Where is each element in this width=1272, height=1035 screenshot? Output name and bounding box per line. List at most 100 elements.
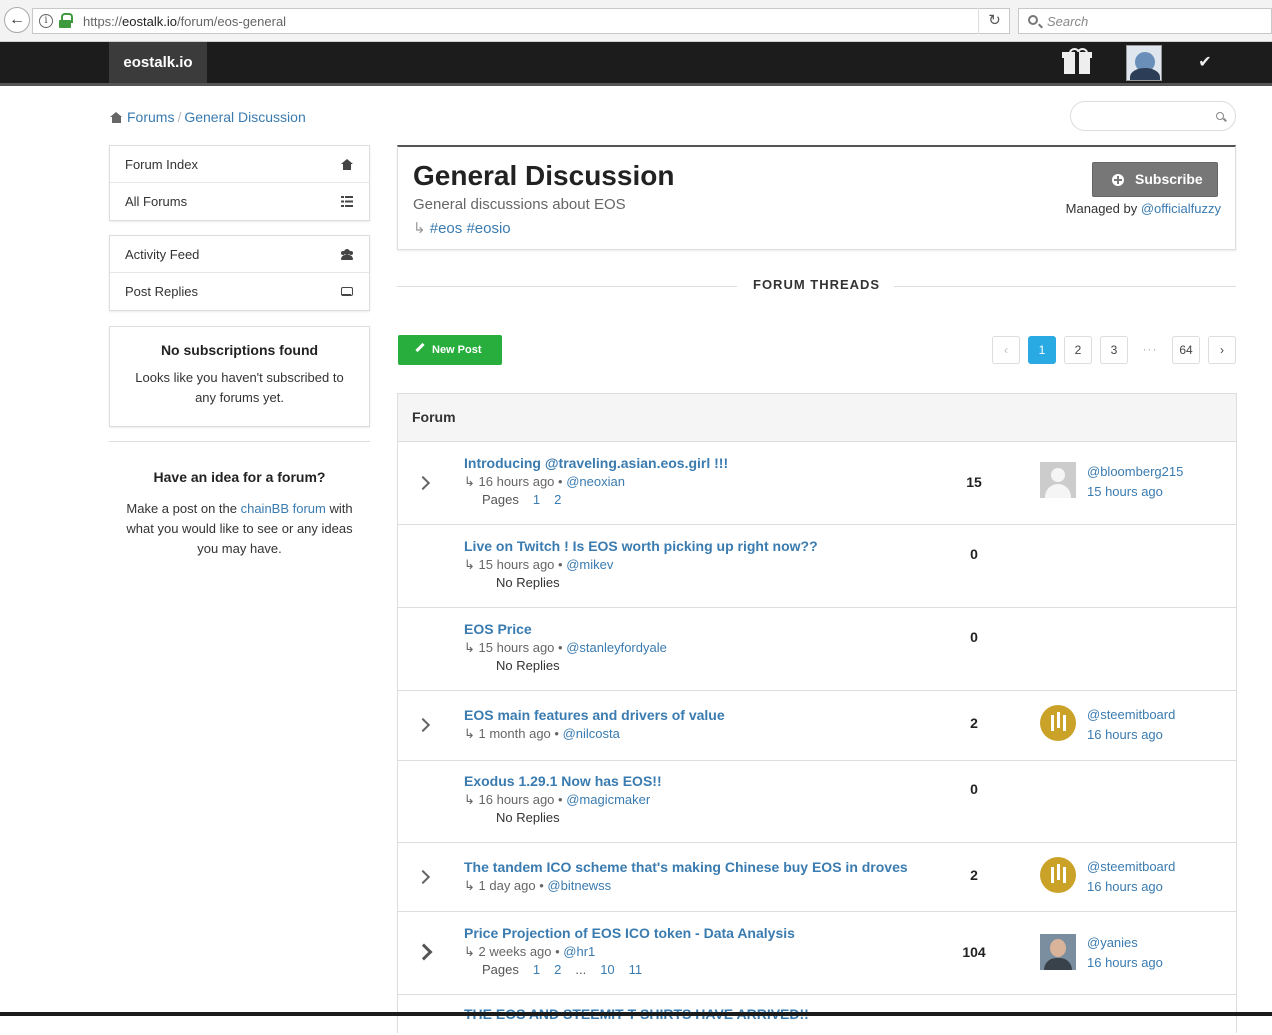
thread-title[interactable]: Introducing @traveling.asian.eos.girl !!… [464,455,728,471]
last-reply-time[interactable]: 16 hours ago [1087,955,1163,970]
last-reply-user[interactable]: @yanies [1087,935,1138,950]
pagination-next[interactable]: › [1208,336,1236,364]
home-icon [341,159,353,170]
no-subscriptions-title: No subscriptions found [160,342,319,358]
sidebar-menu-activity: Activity Feed Post Replies [109,235,370,311]
sidebar-item-all-forums[interactable]: All Forums [110,183,369,220]
last-reply-time[interactable]: 16 hours ago [1087,879,1163,894]
sidebar-item-label: Post Replies [125,284,198,299]
sidebar-divider [109,441,370,442]
last-reply-user[interactable]: @steemitboard [1087,859,1175,874]
idea-title: Have an idea for a forum? [153,469,326,485]
thread-author[interactable]: @bitnewss [547,878,611,893]
list-icon [341,196,353,207]
forum-description: General discussions about EOS [413,196,626,213]
thread-pages: Pages 1 2... 10 11 [482,962,643,977]
thread-page-link[interactable]: 10 [600,962,614,977]
pagination-page-3[interactable]: 3 [1100,336,1128,364]
thread-page-link[interactable]: 11 [629,962,643,977]
home-icon [110,112,123,123]
idea-text: Make a post on the chainBB forum with wh… [126,501,353,556]
thread-author[interactable]: @nilcosta [563,726,620,741]
default-avatar[interactable] [1040,462,1076,498]
pagination-page-2[interactable]: 2 [1064,336,1092,364]
thread-meta: ↳ 1 day ago • @bitnewss [464,878,612,893]
thread-meta: ↳ 16 hours ago • @neoxian [464,474,625,489]
new-post-button[interactable]: New Post [398,335,502,365]
breadcrumb-forums[interactable]: Forums [127,109,174,125]
manager-link[interactable]: @officialfuzzy [1141,201,1221,216]
pencil-icon [415,342,425,353]
browser-search-placeholder: Search [1047,14,1089,29]
chevron-right-icon[interactable] [415,717,431,733]
last-reply-time[interactable]: 15 hours ago [1087,484,1163,499]
steemitboard-avatar[interactable] [1040,857,1076,893]
thread-page-link[interactable]: 2 [554,962,561,977]
thread-page-link[interactable]: 1 [533,962,540,977]
page-title: General Discussion [413,160,675,191]
sidebar-item-post-replies[interactable]: Post Replies [110,273,369,310]
chevron-right-icon[interactable] [415,869,431,885]
reload-icon[interactable]: ↻ [978,8,1010,34]
breadcrumb-separator: / [177,109,182,125]
forum-threads-heading: FORUM THREADS [397,277,1236,295]
forum-tags-link[interactable]: #eos #eosio [430,220,511,237]
thread-author[interactable]: @mikev [566,557,613,572]
info-icon[interactable]: i [39,14,53,28]
last-reply-user[interactable]: @bloomberg215 [1087,464,1183,479]
chainbb-forum-link[interactable]: chainBB forum [241,501,326,516]
last-reply-time[interactable]: 16 hours ago [1087,727,1163,742]
steemitboard-avatar[interactable] [1040,705,1076,741]
chevron-right-icon[interactable] [415,475,431,491]
plus-circle-icon [1112,174,1124,186]
table-row: Exodus 1.29.1 Now has EOS!! ↳ 16 hours a… [398,761,1236,843]
reply-count: 0 [970,546,978,562]
thread-title[interactable]: The tandem ICO scheme that's making Chin… [464,859,908,875]
thread-title[interactable]: Live on Twitch ! Is EOS worth picking up… [464,538,818,554]
photo-avatar[interactable] [1040,934,1076,970]
reply-count: 104 [962,944,986,960]
pagination-page-1[interactable]: 1 [1028,336,1056,364]
no-replies-label: No Replies [496,575,560,590]
table-row: Price Projection of EOS ICO token - Data… [398,912,1236,995]
check-icon[interactable]: ✔ [1186,42,1224,83]
table-row: Live on Twitch ! Is EOS worth picking up… [398,525,1236,608]
sidebar-item-activity-feed[interactable]: Activity Feed [110,236,369,273]
back-arrow-icon[interactable]: ← [4,7,30,33]
sidebar-item-label: Forum Index [125,157,198,172]
search-icon [1028,15,1038,25]
chevron-right-icon[interactable] [415,943,433,961]
url-text[interactable]: https://eostalk.io/forum/eos-general [83,14,286,29]
thread-meta: ↳ 15 hours ago • @stanleyfordyale [464,640,667,655]
thread-author[interactable]: @hr1 [563,944,595,959]
brand-link[interactable]: eostalk.io [109,42,207,83]
thread-author[interactable]: @magicmaker [566,792,650,807]
thread-author[interactable]: @stanleyfordyale [566,640,667,655]
thread-page-link[interactable]: 2 [554,492,561,507]
thread-title[interactable]: EOS main features and drivers of value [464,707,725,723]
thread-meta: ↳ 2 weeks ago • @hr1 [464,944,596,959]
last-reply-user[interactable]: @steemitboard [1087,707,1175,722]
thread-title[interactable]: Price Projection of EOS ICO token - Data… [464,925,795,941]
thread-title[interactable]: Exodus 1.29.1 Now has EOS!! [464,773,662,789]
thread-title[interactable]: EOS Price [464,621,532,637]
pagination-ellipsis: ··· [1136,336,1164,364]
gift-icon[interactable] [1057,42,1097,83]
table-header: Forum [398,394,1236,442]
browser-search-input[interactable]: Search [1018,8,1272,34]
breadcrumb-current[interactable]: General Discussion [184,109,305,125]
no-replies-label: No Replies [496,810,560,825]
thread-author[interactable]: @neoxian [566,474,625,489]
user-avatar[interactable] [1126,45,1162,81]
site-search-input[interactable] [1070,101,1236,131]
no-replies-label: No Replies [496,658,560,673]
reply-count: 2 [970,715,978,731]
subscribe-button[interactable]: Subscribe [1092,162,1218,197]
address-bar[interactable]: i https://eostalk.io/forum/eos-general [32,8,1010,34]
sidebar-item-forum-index[interactable]: Forum Index [110,146,369,183]
thread-page-link[interactable]: 1 [533,492,540,507]
pagination-prev[interactable]: ‹ [992,336,1020,364]
lock-icon[interactable] [59,13,73,29]
search-icon [1216,112,1224,120]
pagination-page-last[interactable]: 64 [1172,336,1200,364]
